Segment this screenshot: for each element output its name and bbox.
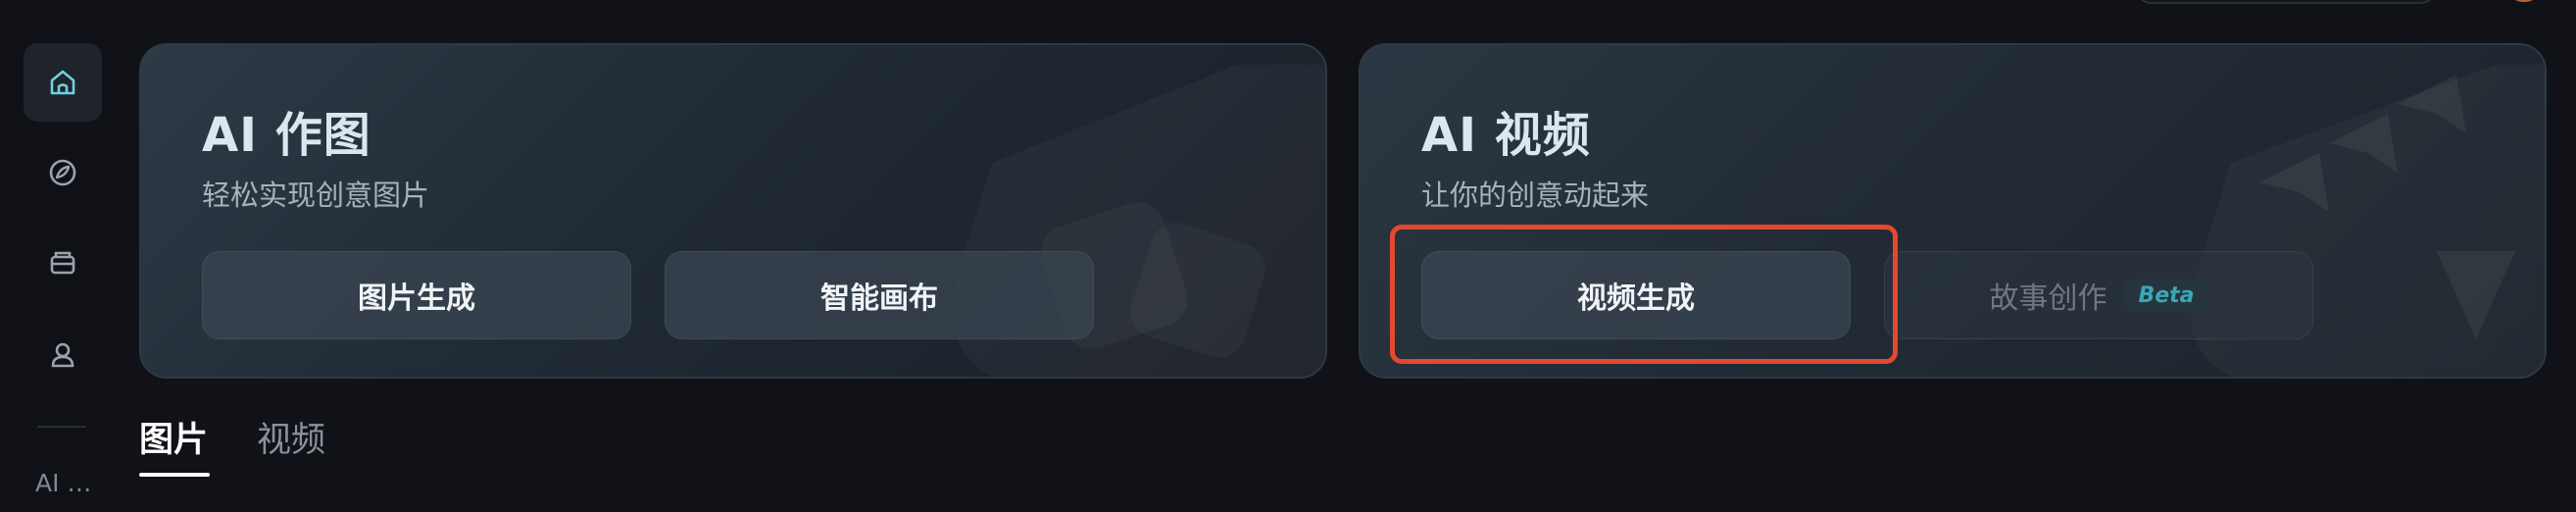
tab-videos[interactable]: 视频 [257,412,325,462]
story-create-button[interactable]: 故事创作 Beta [1884,251,2313,339]
compass-icon [49,159,76,186]
ai-video-card: AI 视频 让你的创意动起来 视频生成 故事创作 Beta [1359,43,2547,379]
sidebar-item-home[interactable] [24,43,102,122]
video-card-title: AI 视频 [1421,108,1591,163]
image-card-title: AI 作图 [202,108,372,163]
box-icon [50,251,75,275]
video-generate-button[interactable]: 视频生成 [1421,251,1851,339]
tab-active-indicator [139,473,210,477]
tab-images[interactable]: 图片 [139,412,208,462]
image-generate-button[interactable]: 图片生成 [202,251,631,339]
user-icon [51,342,74,368]
video-card-subtitle: 让你的创意动起来 [1421,179,1650,212]
sidebar: AI … [0,0,125,512]
story-create-label: 故事创作 [1989,282,2107,316]
sidebar-footer-label[interactable]: AI … [35,469,91,497]
home-icon [50,70,75,95]
avatar[interactable] [2509,0,2539,2]
sidebar-item-assets[interactable] [24,224,102,302]
top-search-field[interactable] [2137,0,2435,4]
sidebar-divider [37,426,86,428]
sidebar-item-explore[interactable] [24,133,102,212]
ai-image-card: AI 作图 轻松实现创意图片 图片生成 智能画布 [139,43,1327,379]
beta-badge: Beta [2124,279,2208,312]
sidebar-item-profile[interactable] [24,316,102,394]
image-card-subtitle: 轻松实现创意图片 [202,179,430,212]
smart-canvas-button[interactable]: 智能画布 [665,251,1094,339]
